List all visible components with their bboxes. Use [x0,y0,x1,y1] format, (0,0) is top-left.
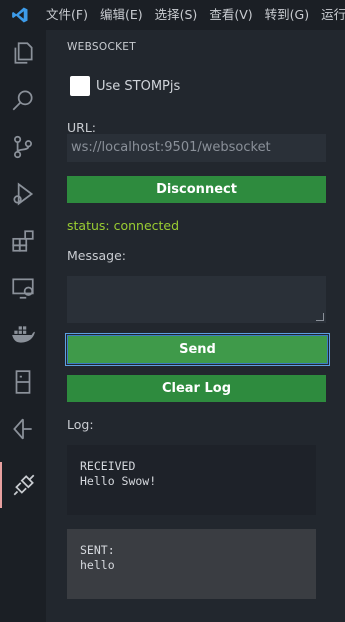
message-label: Message: [67,248,126,263]
message-input[interactable] [67,276,326,323]
log-entry-sent: SENT: hello [67,529,316,599]
resize-handle-icon[interactable] [316,313,324,321]
database-icon[interactable] [0,359,46,405]
use-stomp-checkbox[interactable] [70,76,90,96]
vscode-logo-icon [0,0,40,30]
log-entry-text: Hello Swow! [80,474,157,488]
log-label: Log: [67,417,94,432]
extensions-icon[interactable] [0,218,46,264]
title-bar: 文件(F) 编辑(E) 选择(S) 查看(V) 转到(G) 运行 [0,0,345,30]
docker-icon[interactable] [0,312,46,358]
gitlens-icon[interactable] [0,406,46,452]
log-entry-type: RECEIVED [80,459,136,473]
websocket-plugin-icon[interactable] [0,462,46,508]
menu-run[interactable]: 运行 [315,0,345,30]
menu-edit[interactable]: 编辑(E) [94,0,149,30]
disconnect-button[interactable]: Disconnect [67,176,326,203]
url-input[interactable]: ws://localhost:9501/websocket [67,134,326,162]
explorer-icon[interactable] [0,30,46,76]
url-label: URL: [67,120,97,135]
log-entry-received: RECEIVED Hello Swow! [67,445,316,515]
send-button[interactable]: Send [65,333,330,366]
websocket-panel: WEBSOCKET Use STOMPjs URL: ws://localhos… [46,30,345,622]
source-control-icon[interactable] [0,124,46,170]
menu-file[interactable]: 文件(F) [40,0,94,30]
menu-selection[interactable]: 选择(S) [149,0,204,30]
remote-explorer-icon[interactable] [0,265,46,311]
search-icon[interactable] [0,77,46,123]
panel-title: WEBSOCKET [67,41,136,53]
log-entry-text: hello [80,558,115,572]
menu-go[interactable]: 转到(G) [259,0,315,30]
use-stomp-label: Use STOMPjs [96,79,181,94]
log-entry-type: SENT: [80,543,115,557]
menu-view[interactable]: 查看(V) [203,0,258,30]
status-text: status: connected [67,218,180,233]
activity-bar [0,30,46,622]
clear-log-button[interactable]: Clear Log [67,375,326,402]
run-debug-icon[interactable] [0,171,46,217]
